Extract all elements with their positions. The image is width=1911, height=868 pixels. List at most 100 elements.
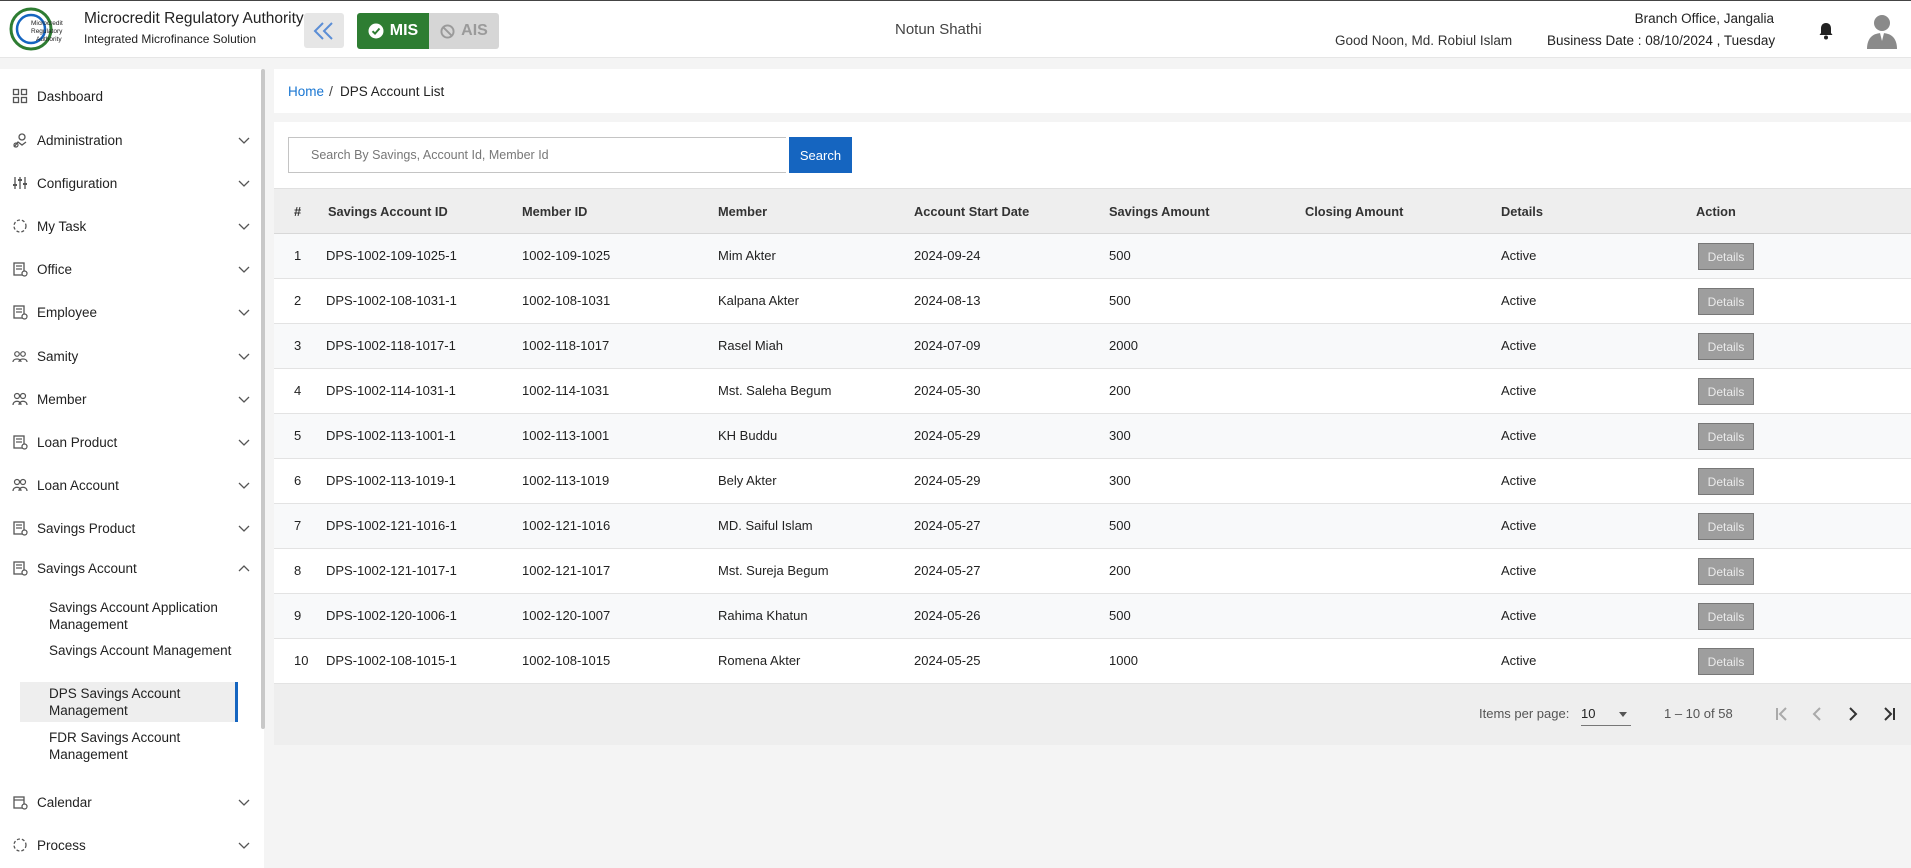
breadcrumb-home-link[interactable]: Home: [288, 84, 324, 99]
details-button[interactable]: Details: [1698, 243, 1754, 270]
office-icon: [13, 262, 28, 277]
cell-mid: 1002-118-1017: [522, 338, 610, 353]
sidebar-item-administration[interactable]: Administration: [0, 125, 260, 155]
details-button[interactable]: Details: [1698, 558, 1754, 585]
details-button[interactable]: Details: [1698, 423, 1754, 450]
details-button[interactable]: Details: [1698, 603, 1754, 630]
cell-mid: 1002-109-1025: [522, 248, 611, 263]
cell-member: Rahima Khatun: [718, 608, 808, 623]
search-input[interactable]: [288, 137, 786, 173]
cell-member: Rasel Miah: [718, 338, 784, 353]
sidebar-item-samity[interactable]: Samity: [0, 341, 260, 371]
sidebar-item-label: Calendar: [37, 794, 92, 810]
breadcrumb-current: DPS Account List: [340, 84, 445, 99]
dps-account-list-panel: Search # Savings Account ID Member ID Me…: [274, 122, 1911, 745]
col-header-closing-amount: Closing Amount: [1305, 204, 1404, 219]
details-button[interactable]: Details: [1698, 378, 1754, 405]
sidebar-item-employee[interactable]: Employee: [0, 297, 260, 327]
sidebar-subitem-savings-account-management[interactable]: Savings Account Management: [20, 639, 238, 679]
sidebar-item-dashboard[interactable]: Dashboard: [0, 81, 260, 111]
details-button[interactable]: Details: [1698, 648, 1754, 675]
sidebar-subitem-dps-savings-account-management[interactable]: DPS Savings Account Management: [20, 682, 238, 722]
sidebar-item-label: Employee: [37, 304, 98, 320]
cell-mid: 1002-108-1031: [522, 293, 611, 308]
brand-title: Microcredit Regulatory Authority: [84, 10, 304, 27]
table-row: 9 DPS-1002-120-1006-1 1002-120-1007 Rahima …: [274, 594, 1911, 639]
cell-n: 7: [294, 518, 302, 533]
previous-page-icon[interactable]: [1805, 702, 1829, 726]
details-button[interactable]: Details: [1698, 333, 1754, 360]
sidebar-scrollbar[interactable]: [261, 69, 265, 729]
sidebar-item-label: Office: [37, 261, 73, 277]
sidebar-item-member[interactable]: Member: [0, 384, 260, 414]
sidebar-item-calendar[interactable]: Calendar: [0, 787, 260, 817]
cell-acc: DPS-1002-121-1017-1: [326, 563, 457, 578]
ais-mode-button[interactable]: AIS: [429, 13, 499, 49]
cell-n: 4: [294, 383, 302, 398]
next-page-icon[interactable]: [1841, 702, 1865, 726]
details-button[interactable]: Details: [1698, 468, 1754, 495]
cell-mid: 1002-113-1019: [522, 473, 610, 488]
dropdown-caret-icon: [1619, 712, 1627, 717]
sidebar-item-savings-account[interactable]: Savings Account: [0, 553, 260, 583]
cell-status: Active: [1501, 653, 1537, 668]
svg-text:Microcredit: Microcredit: [31, 20, 63, 27]
table-row: 10 DPS-1002-108-1015-1 1002-108-1015 Romena…: [274, 639, 1911, 684]
sidebar-item-my-task[interactable]: My Task: [0, 211, 260, 241]
sidebar-subitem-fdr-savings-account-management[interactable]: FDR Savings Account Management: [20, 726, 238, 766]
cell-start: 2024-05-25: [914, 653, 981, 668]
cell-amount: 500: [1109, 608, 1131, 623]
chevron-down-icon: [238, 309, 250, 316]
sidebar-item-label: Loan Product: [37, 434, 118, 450]
page-range: 1 – 10 of 58: [1664, 706, 1733, 721]
organization-name: Notun Shathi: [895, 21, 982, 38]
user-avatar-icon[interactable]: [1866, 13, 1898, 49]
cell-start: 2024-05-29: [914, 473, 981, 488]
cell-n: 10: [294, 653, 309, 668]
first-page-icon[interactable]: [1770, 702, 1794, 726]
items-per-page-select[interactable]: 10: [1581, 702, 1631, 726]
employee-icon: [13, 305, 28, 320]
mis-mode-button[interactable]: MIS: [357, 13, 429, 49]
brand-subtitle: Integrated Microfinance Solution: [84, 32, 257, 46]
sidebar-item-label: Process: [37, 837, 86, 853]
top-header: Microcredit Regulatory Authority Microcr…: [0, 0, 1911, 58]
col-header-details: Details: [1501, 204, 1543, 219]
details-button[interactable]: Details: [1698, 513, 1754, 540]
product-icon: [13, 435, 28, 450]
details-button[interactable]: Details: [1698, 288, 1754, 315]
cell-start: 2024-08-13: [914, 293, 981, 308]
last-page-icon[interactable]: [1877, 702, 1901, 726]
cell-status: Active: [1501, 428, 1537, 443]
cell-acc: DPS-1002-109-1025-1: [326, 248, 457, 263]
cell-acc: DPS-1002-113-1001-1: [326, 428, 456, 443]
cell-amount: 200: [1109, 383, 1131, 398]
sidebar-subitem-savings-account-application-management[interactable]: Savings Account Application Management: [20, 596, 238, 636]
sidebar-item-loan-account[interactable]: Loan Account: [0, 470, 260, 500]
sidebar-item-savings-product[interactable]: Savings Product: [0, 513, 260, 543]
product-icon: [13, 521, 28, 536]
sliders-icon: [13, 177, 27, 189]
sidebar-item-process[interactable]: Process: [0, 830, 260, 860]
chevron-down-icon: [238, 137, 250, 144]
admin-icon: [13, 133, 27, 148]
double-chevron-left-icon: [313, 21, 333, 40]
table-row: 2 DPS-1002-108-1031-1 1002-108-1031 Kalpana…: [274, 279, 1911, 324]
cell-status: Active: [1501, 563, 1537, 578]
sidebar-item-office[interactable]: Office: [0, 254, 260, 284]
sidebar-item-loan-product[interactable]: Loan Product: [0, 427, 260, 457]
notification-bell-icon[interactable]: [1816, 21, 1836, 41]
cell-status: Active: [1501, 383, 1537, 398]
search-button[interactable]: Search: [789, 137, 852, 173]
cell-member: Kalpana Akter: [718, 293, 799, 308]
breadcrumb: Home / DPS Account List: [274, 69, 1911, 113]
cell-member: Bely Akter: [718, 473, 777, 488]
sidebar-item-configuration[interactable]: Configuration: [0, 168, 260, 198]
block-icon: [440, 23, 455, 39]
sidebar-item-label: Configuration: [37, 175, 118, 191]
branch-name: Branch Office, Jangalia: [1634, 11, 1774, 26]
cell-acc: DPS-1002-114-1031-1: [326, 383, 456, 398]
user-greeting: Good Noon, Md. Robiul Islam: [1335, 33, 1513, 48]
sidebar-collapse-button[interactable]: [304, 13, 344, 48]
cell-start: 2024-07-09: [914, 338, 981, 353]
